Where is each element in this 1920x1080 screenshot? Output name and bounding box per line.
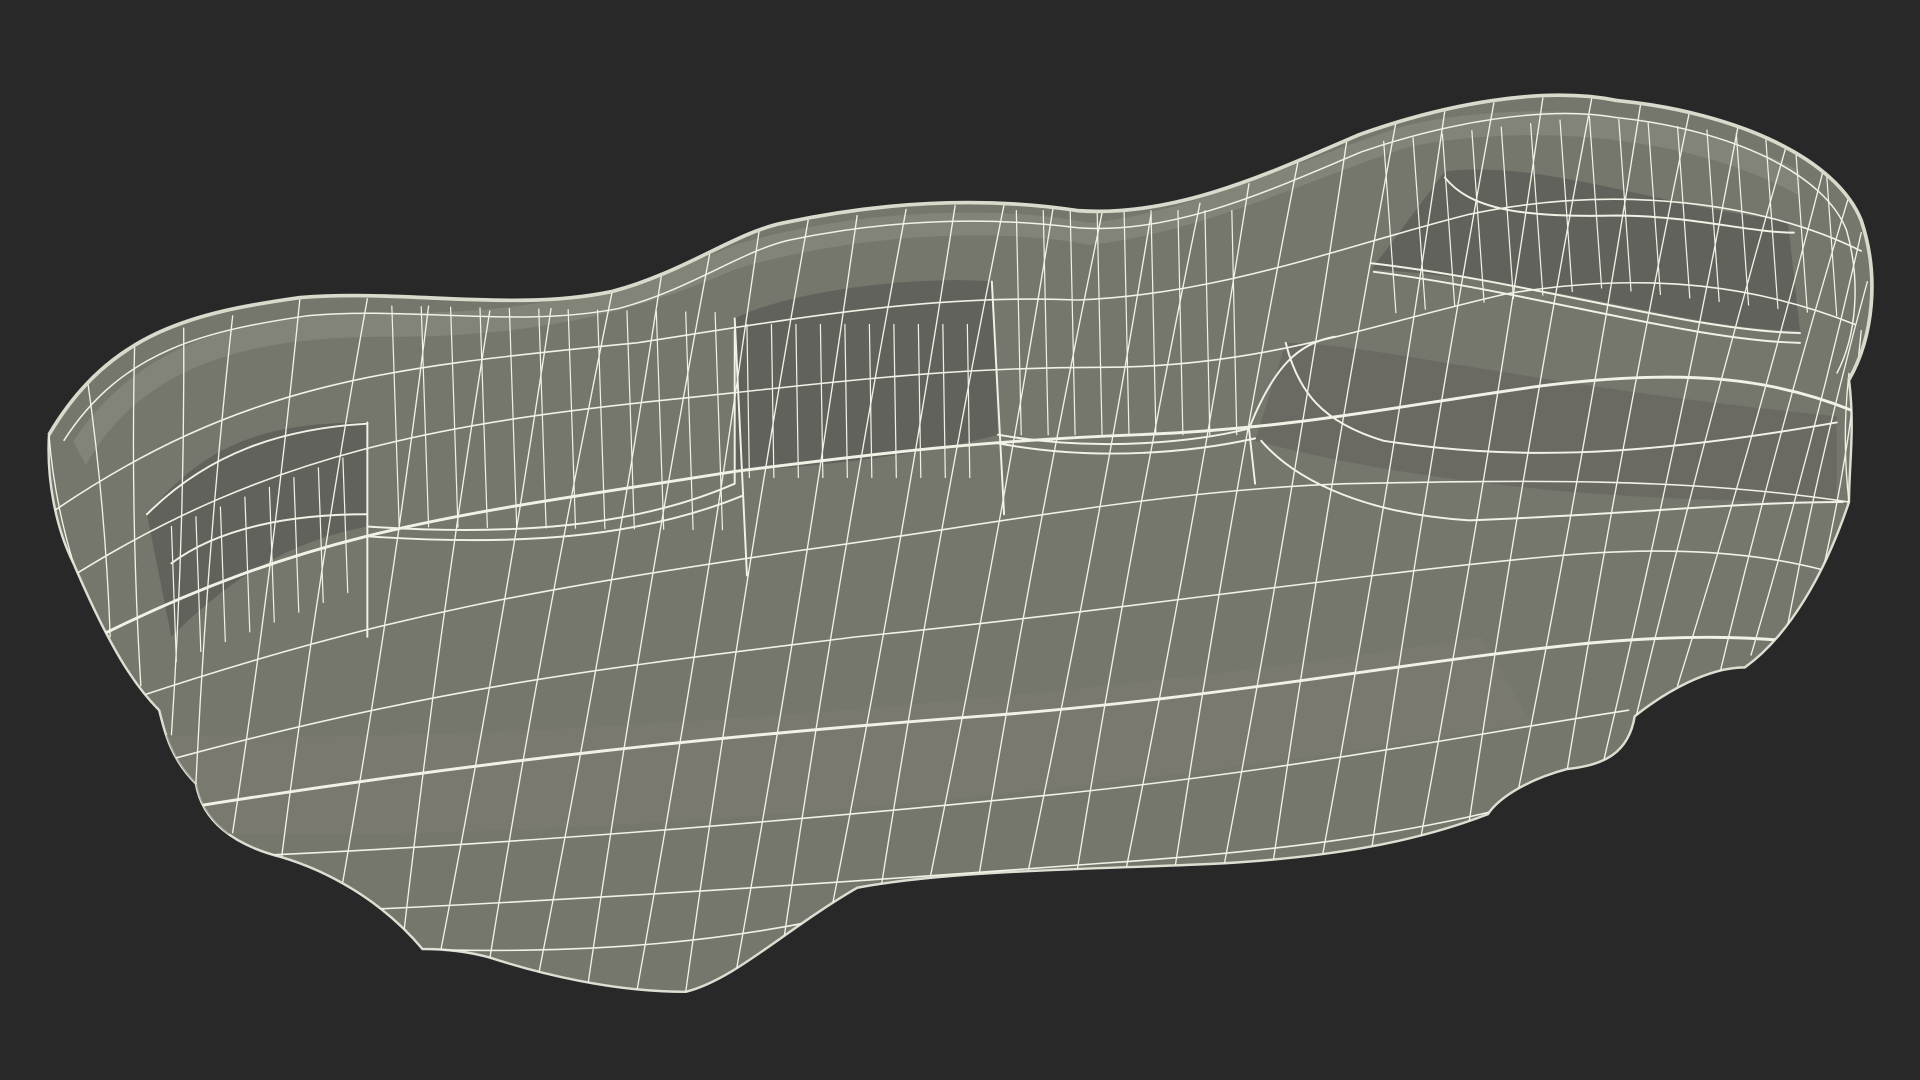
viewport — [0, 0, 1920, 1080]
pool-wireframe-render — [47, 93, 1874, 994]
